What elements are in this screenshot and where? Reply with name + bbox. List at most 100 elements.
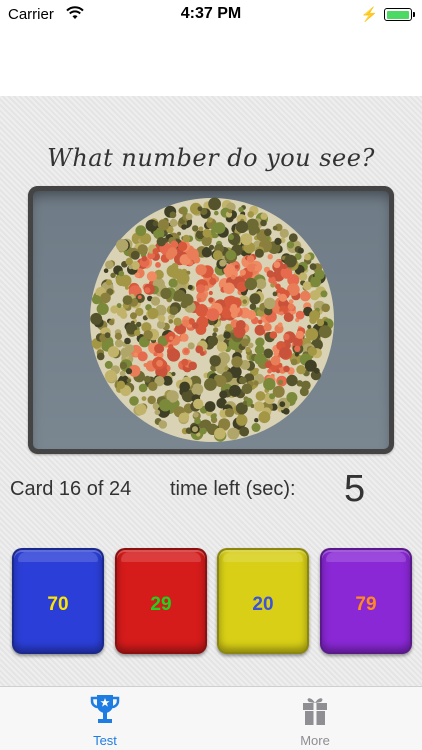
- plate-dot: [176, 272, 190, 285]
- plate-dot: [119, 361, 128, 370]
- plate-dot: [96, 302, 109, 315]
- plate-dot: [119, 370, 126, 377]
- plate-dot: [321, 303, 330, 313]
- plate-dot: [247, 211, 254, 218]
- plate-dot: [173, 317, 182, 326]
- plate-dot: [246, 255, 255, 263]
- plate-dot: [281, 263, 288, 270]
- plate-dot: [90, 312, 103, 325]
- plate-dot: [304, 253, 311, 261]
- plate-dot: [248, 342, 254, 349]
- plate-dot: [196, 345, 202, 351]
- plate-dot: [206, 308, 220, 321]
- plate-dot: [154, 343, 164, 354]
- plate-dot: [101, 343, 109, 350]
- plate-dot: [279, 293, 287, 302]
- plate-dot: [125, 368, 133, 375]
- plate-dot: [171, 262, 179, 270]
- plate-dot: [134, 272, 140, 278]
- plate-dot: [253, 380, 259, 386]
- plate-dot: [254, 368, 259, 373]
- plate-dot: [276, 369, 281, 374]
- answer-label: 79: [355, 594, 377, 615]
- plate-dot: [255, 391, 266, 401]
- plate-dot: [305, 327, 319, 341]
- plate-dot: [134, 329, 141, 336]
- plate-dot: [104, 332, 111, 339]
- plate-dot: [197, 206, 203, 212]
- plate-dot: [273, 351, 279, 357]
- plate-dot: [118, 270, 125, 277]
- plate-dot: [195, 304, 209, 317]
- plate-dot: [244, 277, 258, 291]
- plate-dot: [219, 259, 227, 267]
- plate-dot: [105, 260, 114, 270]
- plate-dot: [295, 330, 304, 339]
- plate-dot: [266, 270, 274, 278]
- plate-dot: [276, 388, 281, 393]
- plate-dot: [279, 347, 291, 359]
- plate-dot: [144, 287, 151, 294]
- plate-dot: [119, 311, 128, 319]
- plate-dot: [257, 319, 263, 325]
- plate-dot: [279, 228, 289, 238]
- plate-dot: [254, 248, 264, 258]
- plate-dot: [272, 225, 278, 231]
- plate-dot: [274, 237, 282, 245]
- plate-dot: [235, 220, 249, 234]
- plate-dot: [299, 387, 309, 397]
- plate-dot: [209, 355, 221, 367]
- plate-dot: [249, 293, 261, 305]
- plate-dot: [263, 323, 272, 332]
- plate-dot: [207, 335, 219, 347]
- plate-dot: [250, 404, 255, 408]
- plate-dot: [296, 365, 306, 375]
- plate-dot: [178, 207, 186, 214]
- plate-dot: [226, 270, 233, 277]
- plate-dot: [130, 250, 140, 260]
- plate-dot: [240, 233, 253, 246]
- plate-dot: [100, 292, 111, 304]
- plate-dot: [137, 295, 142, 300]
- plate-dot: [213, 327, 219, 333]
- tab-test[interactable]: Test: [60, 687, 150, 749]
- tab-more[interactable]: More: [270, 687, 360, 749]
- plate-dot: [309, 310, 320, 322]
- gift-icon: [300, 693, 330, 732]
- plate-dot: [298, 272, 308, 281]
- plate-dot: [183, 348, 189, 354]
- plate-dot: [135, 403, 147, 415]
- plate-dot: [181, 224, 187, 230]
- plate-dot: [228, 234, 234, 240]
- answer-button-79[interactable]: 79: [320, 548, 412, 654]
- plate-dot: [290, 358, 298, 366]
- tab-label: Test: [93, 733, 117, 748]
- plate-dot: [294, 352, 299, 357]
- plate-dot: [179, 381, 190, 393]
- plate-dot: [294, 345, 301, 352]
- answer-button-29[interactable]: 29: [115, 548, 207, 654]
- plate-dot: [158, 314, 166, 323]
- plate-dot: [169, 211, 177, 219]
- plate-dot: [185, 213, 193, 221]
- plate-dot: [204, 401, 216, 412]
- plate-dot: [253, 401, 265, 412]
- plate-dot: [187, 284, 193, 290]
- answer-button-70[interactable]: 70: [12, 548, 104, 654]
- plate-dot: [230, 303, 238, 311]
- answer-button-20[interactable]: 20: [217, 548, 309, 654]
- plate-dot: [186, 248, 199, 261]
- plate-dot: [196, 284, 206, 294]
- plate-dot: [110, 272, 116, 278]
- plate-dot: [156, 359, 163, 367]
- plate-dot: [182, 319, 190, 327]
- plate-dot: [228, 384, 241, 397]
- plate-dot: [236, 414, 248, 426]
- plate-dot: [146, 271, 157, 282]
- plate-dot: [126, 378, 132, 383]
- plate-dot: [208, 297, 214, 303]
- plate-dot: [295, 310, 305, 320]
- plate-dot: [148, 381, 158, 391]
- plate-dot: [208, 197, 221, 211]
- tab-label: More: [300, 733, 330, 748]
